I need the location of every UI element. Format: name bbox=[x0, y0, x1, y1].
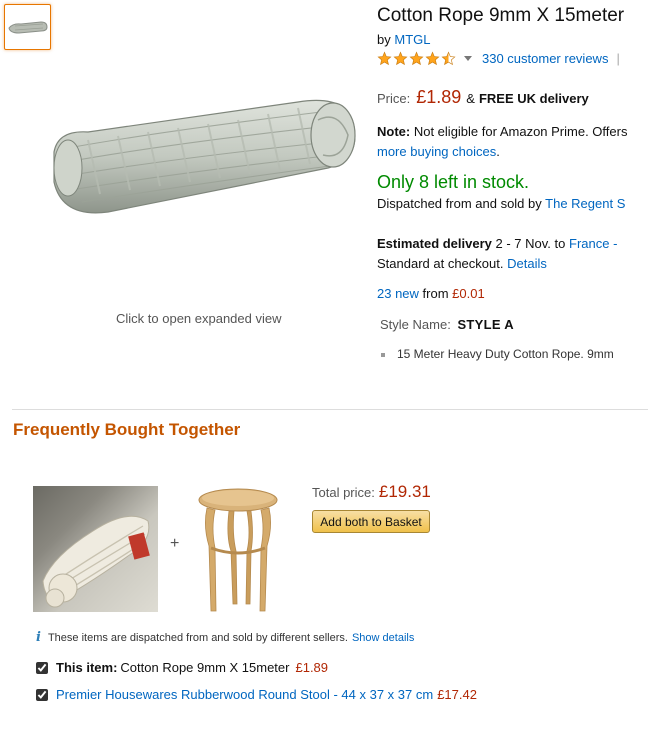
note-label: Note: bbox=[377, 124, 411, 139]
plus-sign: + bbox=[170, 535, 180, 552]
feature-bullet: 15 Meter Heavy Duty Cotton Rope. 9mm bbox=[381, 347, 614, 361]
by-prefix: by bbox=[377, 32, 391, 47]
new-offers-link[interactable]: 23 new bbox=[377, 286, 419, 301]
new-price: £0.01 bbox=[452, 286, 485, 301]
rating-row: 330 customer reviews | bbox=[377, 51, 620, 66]
sellers-info: i These items are dispatched from and so… bbox=[36, 630, 414, 645]
star-icon bbox=[393, 51, 408, 66]
add-both-to-basket-button[interactable]: Add both to Basket bbox=[312, 510, 430, 533]
expand-view-hint[interactable]: Click to open expanded view bbox=[116, 311, 282, 326]
seller-link[interactable]: The Regent S bbox=[545, 196, 625, 211]
note-period: . bbox=[496, 144, 500, 159]
total-price: £19.31 bbox=[378, 482, 431, 501]
details-link[interactable]: Details bbox=[507, 256, 547, 271]
total-price-row: Total price: £19.31 bbox=[312, 482, 431, 502]
price-row: Price: £1.89 & FREE UK delivery bbox=[377, 87, 589, 108]
style-label: Style Name: bbox=[380, 317, 451, 332]
destination-link[interactable]: France - bbox=[569, 236, 617, 251]
rope-product-image[interactable] bbox=[48, 90, 364, 220]
est-to: to bbox=[554, 236, 566, 251]
fbt-item-link[interactable]: Premier Housewares Rubberwood Round Stoo… bbox=[56, 687, 433, 702]
product-thumbnail[interactable] bbox=[4, 4, 51, 50]
fbt-item-name: Cotton Rope 9mm X 15meter bbox=[120, 660, 290, 675]
dispatched-text: Dispatched from and sold by bbox=[377, 196, 542, 211]
estimated-delivery: Estimated delivery 2 - 7 Nov. to France … bbox=[377, 234, 617, 274]
byline: by MTGL bbox=[377, 32, 430, 47]
prime-note: Note: Not eligible for Amazon Prime. Off… bbox=[377, 122, 627, 162]
total-label: Total price: bbox=[312, 485, 375, 500]
fbt-item-row: This item: Cotton Rope 9mm X 15meter £1.… bbox=[36, 660, 328, 675]
info-icon: i bbox=[36, 630, 41, 645]
new-offers: 23 new from £0.01 bbox=[377, 286, 485, 301]
show-details-link[interactable]: Show details bbox=[352, 632, 414, 644]
dispatched-info: Dispatched from and sold by The Regent S bbox=[377, 196, 625, 211]
free-delivery: FREE UK delivery bbox=[478, 91, 589, 106]
separator: | bbox=[616, 51, 620, 66]
star-icon bbox=[377, 51, 392, 66]
more-buying-choices-link[interactable]: more buying choices bbox=[377, 144, 496, 159]
fbt-item-price: £17.42 bbox=[437, 687, 477, 702]
brand-link[interactable]: MTGL bbox=[394, 32, 430, 47]
price-label: Price: bbox=[377, 91, 411, 106]
half-star-icon bbox=[441, 51, 456, 66]
fbt-item-row: Premier Housewares Rubberwood Round Stoo… bbox=[36, 687, 477, 702]
note-text: Not eligible for Amazon Prime. Offers bbox=[413, 124, 628, 139]
style-name: Style Name: STYLE A bbox=[380, 317, 514, 332]
stool-image[interactable] bbox=[193, 486, 283, 614]
sellers-info-text: These items are dispatched from and sold… bbox=[47, 631, 348, 644]
style-value: STYLE A bbox=[457, 317, 514, 332]
est-dates: 2 - 7 Nov. bbox=[495, 236, 551, 251]
est-line2: Standard at checkout. bbox=[377, 256, 504, 271]
stock-status: Only 8 left in stock. bbox=[377, 172, 530, 192]
chevron-down-icon[interactable] bbox=[464, 56, 472, 61]
star-icon bbox=[425, 51, 440, 66]
fbt-item-checkbox[interactable] bbox=[36, 661, 48, 674]
fbt-item-checkbox[interactable] bbox=[36, 688, 48, 701]
rope-bundle-image bbox=[42, 515, 150, 608]
price-value: £1.89 bbox=[416, 87, 462, 107]
star-icon bbox=[409, 51, 424, 66]
product-title: Cotton Rope 9mm X 15meter bbox=[377, 5, 625, 26]
this-item-label: This item: bbox=[56, 660, 118, 675]
fbt-rope-image[interactable] bbox=[33, 486, 158, 612]
section-divider bbox=[12, 409, 648, 410]
est-label: Estimated delivery bbox=[377, 236, 492, 251]
price-amp: & bbox=[466, 91, 475, 106]
rope-thumbnail-icon bbox=[7, 21, 48, 34]
reviews-link[interactable]: 330 customer reviews bbox=[482, 51, 608, 66]
new-from: from bbox=[422, 286, 449, 301]
fbt-title: Frequently Bought Together bbox=[13, 420, 241, 439]
fbt-item-price: £1.89 bbox=[295, 660, 329, 675]
rating-stars-icon[interactable] bbox=[377, 51, 456, 66]
